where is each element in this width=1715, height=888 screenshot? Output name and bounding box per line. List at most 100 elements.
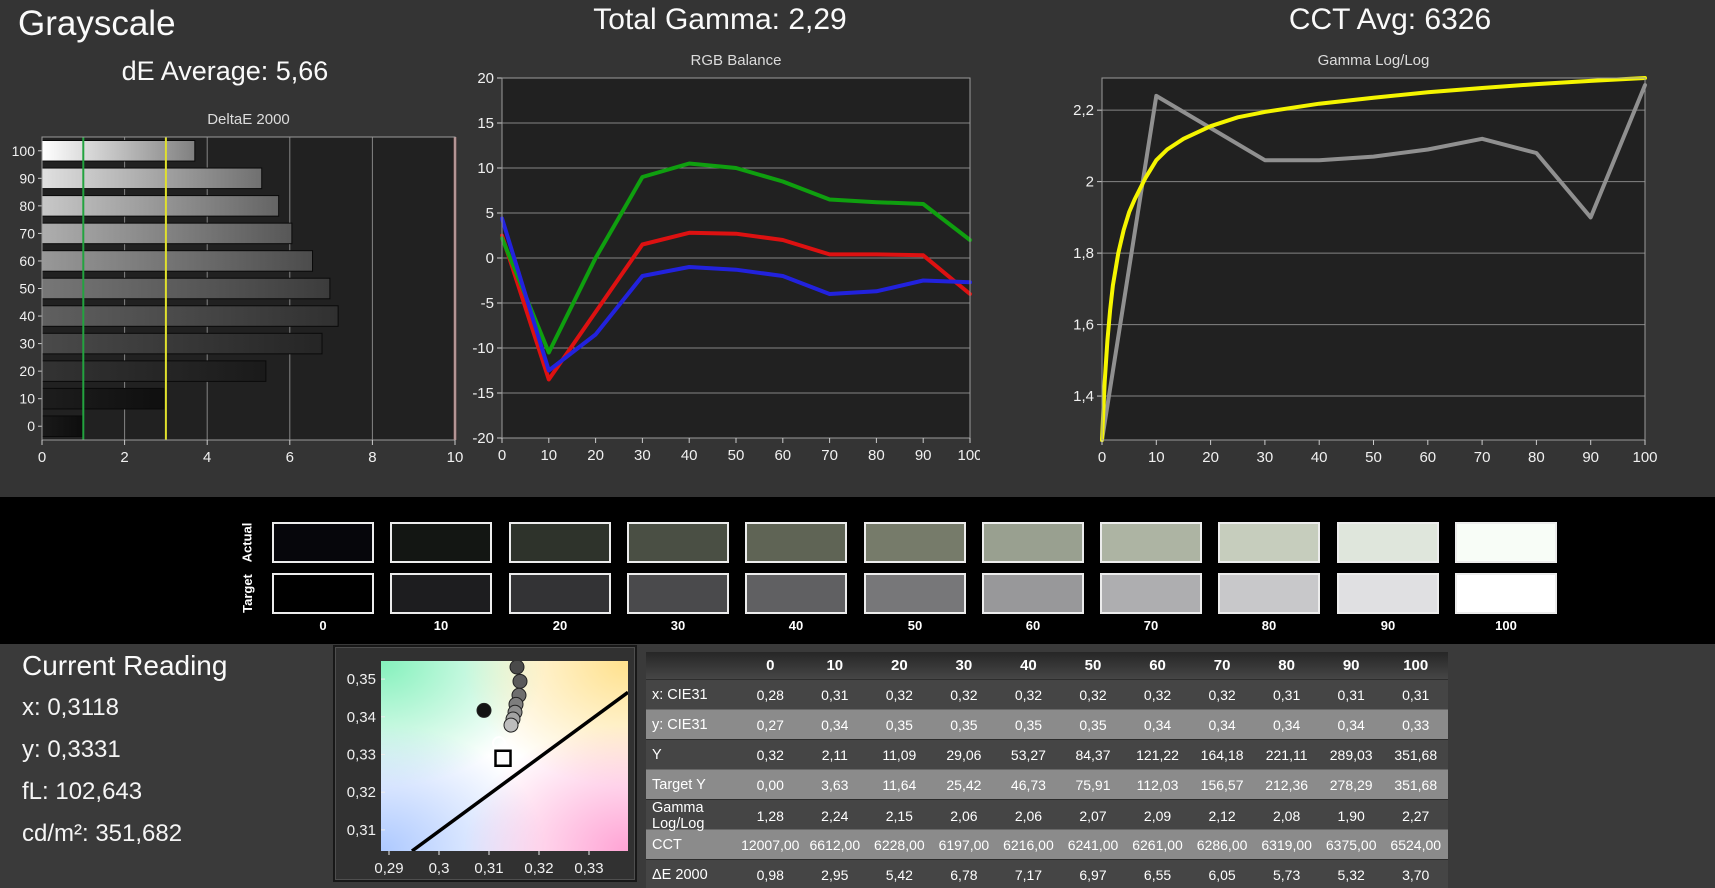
table-value-cell: 6524,00 xyxy=(1383,830,1448,859)
table-value-cell: 5,42 xyxy=(867,860,932,888)
svg-text:0: 0 xyxy=(38,449,46,466)
svg-text:10: 10 xyxy=(1148,449,1165,466)
target-swatch-50 xyxy=(864,573,966,614)
table-value-cell: 75,91 xyxy=(1061,770,1126,799)
table-header-cell: 0 xyxy=(738,652,803,679)
svg-text:2,2: 2,2 xyxy=(1073,102,1094,119)
svg-text:20: 20 xyxy=(1202,449,1219,466)
table-value-cell: 112,03 xyxy=(1125,770,1190,799)
svg-text:DeltaE 2000: DeltaE 2000 xyxy=(207,111,290,128)
table-row: Target Y0,003,6311,6425,4246,7375,91112,… xyxy=(646,769,1448,799)
measurement-point-6 xyxy=(504,718,518,732)
cct-average-readout: CCT Avg: 6326 xyxy=(1060,3,1715,37)
actual-swatch-0 xyxy=(272,522,374,563)
deltae-bar-10 xyxy=(42,388,164,409)
table-value-cell: 0,35 xyxy=(996,710,1061,739)
table-value-cell: 6375,00 xyxy=(1319,830,1384,859)
deltae-bar-20 xyxy=(42,361,266,382)
svg-text:50: 50 xyxy=(728,447,745,464)
cie-chromaticity-chart: 0,310,320,330,340,350,290,30,310,320,33 xyxy=(333,645,637,882)
svg-text:90: 90 xyxy=(1582,449,1599,466)
actual-swatch-80 xyxy=(1218,522,1320,563)
svg-text:10: 10 xyxy=(540,447,557,464)
svg-text:20: 20 xyxy=(587,447,604,464)
table-row-label: Gamma Log/Log xyxy=(646,800,738,832)
svg-text:0,34: 0,34 xyxy=(347,709,376,726)
svg-text:6: 6 xyxy=(286,449,294,466)
target-swatch-30 xyxy=(627,573,729,614)
table-value-cell: 0,35 xyxy=(867,710,932,739)
svg-text:100: 100 xyxy=(1632,449,1657,466)
svg-text:-5: -5 xyxy=(481,295,494,312)
table-value-cell: 278,29 xyxy=(1319,770,1384,799)
current-reading-cdm2: cd/m²: 351,682 xyxy=(22,820,182,848)
swatch-level-label: 40 xyxy=(745,618,847,633)
table-header-cell: 90 xyxy=(1319,652,1384,679)
actual-swatch-40 xyxy=(745,522,847,563)
table-value-cell: 164,18 xyxy=(1190,740,1255,769)
table-value-cell: 29,06 xyxy=(932,740,997,769)
svg-text:80: 80 xyxy=(868,447,885,464)
table-value-cell: 351,68 xyxy=(1383,770,1448,799)
swatch-level-label: 50 xyxy=(864,618,966,633)
table-header-cell: 80 xyxy=(1254,652,1319,679)
svg-text:20: 20 xyxy=(477,70,494,87)
svg-text:70: 70 xyxy=(821,447,838,464)
svg-text:RGB Balance: RGB Balance xyxy=(691,52,782,69)
table-value-cell: 0,34 xyxy=(1319,710,1384,739)
swatch-level-label: 80 xyxy=(1218,618,1320,633)
table-value-cell: 0,31 xyxy=(1319,680,1384,709)
rgb-balance-svg: RGB Balance-20-15-10-5051015200102030405… xyxy=(460,45,980,475)
table-value-cell: 6,78 xyxy=(932,860,997,888)
gamma-loglog-svg: Gamma Log/Log1,41,61,822,201020304050607… xyxy=(1060,45,1715,475)
deltae-bar-80 xyxy=(42,196,279,217)
table-value-cell: 0,32 xyxy=(1125,680,1190,709)
svg-text:0: 0 xyxy=(27,418,35,434)
svg-text:2: 2 xyxy=(1086,174,1094,191)
table-header-cell: 30 xyxy=(932,652,997,679)
table-value-cell: 2,11 xyxy=(803,740,868,769)
target-swatch-0 xyxy=(272,573,374,614)
svg-text:8: 8 xyxy=(368,449,376,466)
table-value-cell: 0,32 xyxy=(867,680,932,709)
table-value-cell: 53,27 xyxy=(996,740,1061,769)
table-value-cell: 0,98 xyxy=(738,860,803,888)
table-row: Gamma Log/Log1,282,242,152,062,062,072,0… xyxy=(646,799,1448,829)
table-value-cell: 2,06 xyxy=(996,800,1061,832)
table-value-cell: 6,55 xyxy=(1125,860,1190,888)
svg-text:4: 4 xyxy=(203,449,211,466)
svg-text:0,31: 0,31 xyxy=(347,822,376,839)
swatch-level-label: 70 xyxy=(1100,618,1202,633)
svg-text:50: 50 xyxy=(1365,449,1382,466)
table-row: ΔE 20000,982,955,426,787,176,976,556,055… xyxy=(646,859,1448,888)
svg-text:10: 10 xyxy=(19,391,35,407)
table-value-cell: 0,32 xyxy=(738,740,803,769)
swatch-level-label: 0 xyxy=(272,618,374,633)
grayscale-report-screen: Grayscale dE Average: 5,66 Total Gamma: … xyxy=(0,0,1715,888)
svg-text:0,33: 0,33 xyxy=(574,860,603,877)
target-swatch-60 xyxy=(982,573,1084,614)
table-value-cell: 0,34 xyxy=(1254,710,1319,739)
svg-text:15: 15 xyxy=(477,115,494,132)
svg-text:0,3: 0,3 xyxy=(429,860,450,877)
table-value-cell: 6,97 xyxy=(1061,860,1126,888)
deltae-bar-70 xyxy=(42,223,292,244)
readout-section: Current Reading x: 0,3118 y: 0,3331 fL: … xyxy=(0,644,1715,888)
table-value-cell: 0,32 xyxy=(1190,680,1255,709)
table-value-cell: 0,27 xyxy=(738,710,803,739)
svg-text:-10: -10 xyxy=(472,340,494,357)
table-row-label: Y xyxy=(646,740,738,769)
table-value-cell: 5,73 xyxy=(1254,860,1319,888)
target-swatch-80 xyxy=(1218,573,1320,614)
actual-swatch-90 xyxy=(1337,522,1439,563)
table-value-cell: 0,31 xyxy=(1254,680,1319,709)
table-value-cell: 121,22 xyxy=(1125,740,1190,769)
table-header-cell: 60 xyxy=(1125,652,1190,679)
table-value-cell: 6241,00 xyxy=(1061,830,1126,859)
table-value-cell: 5,32 xyxy=(1319,860,1384,888)
table-row: x: CIE310,280,310,320,320,320,320,320,32… xyxy=(646,679,1448,709)
table-header-row: 0102030405060708090100 xyxy=(646,652,1448,679)
actual-row-label: Actual xyxy=(238,522,256,563)
table-value-cell: 1,28 xyxy=(738,800,803,832)
table-value-cell: 2,27 xyxy=(1383,800,1448,832)
